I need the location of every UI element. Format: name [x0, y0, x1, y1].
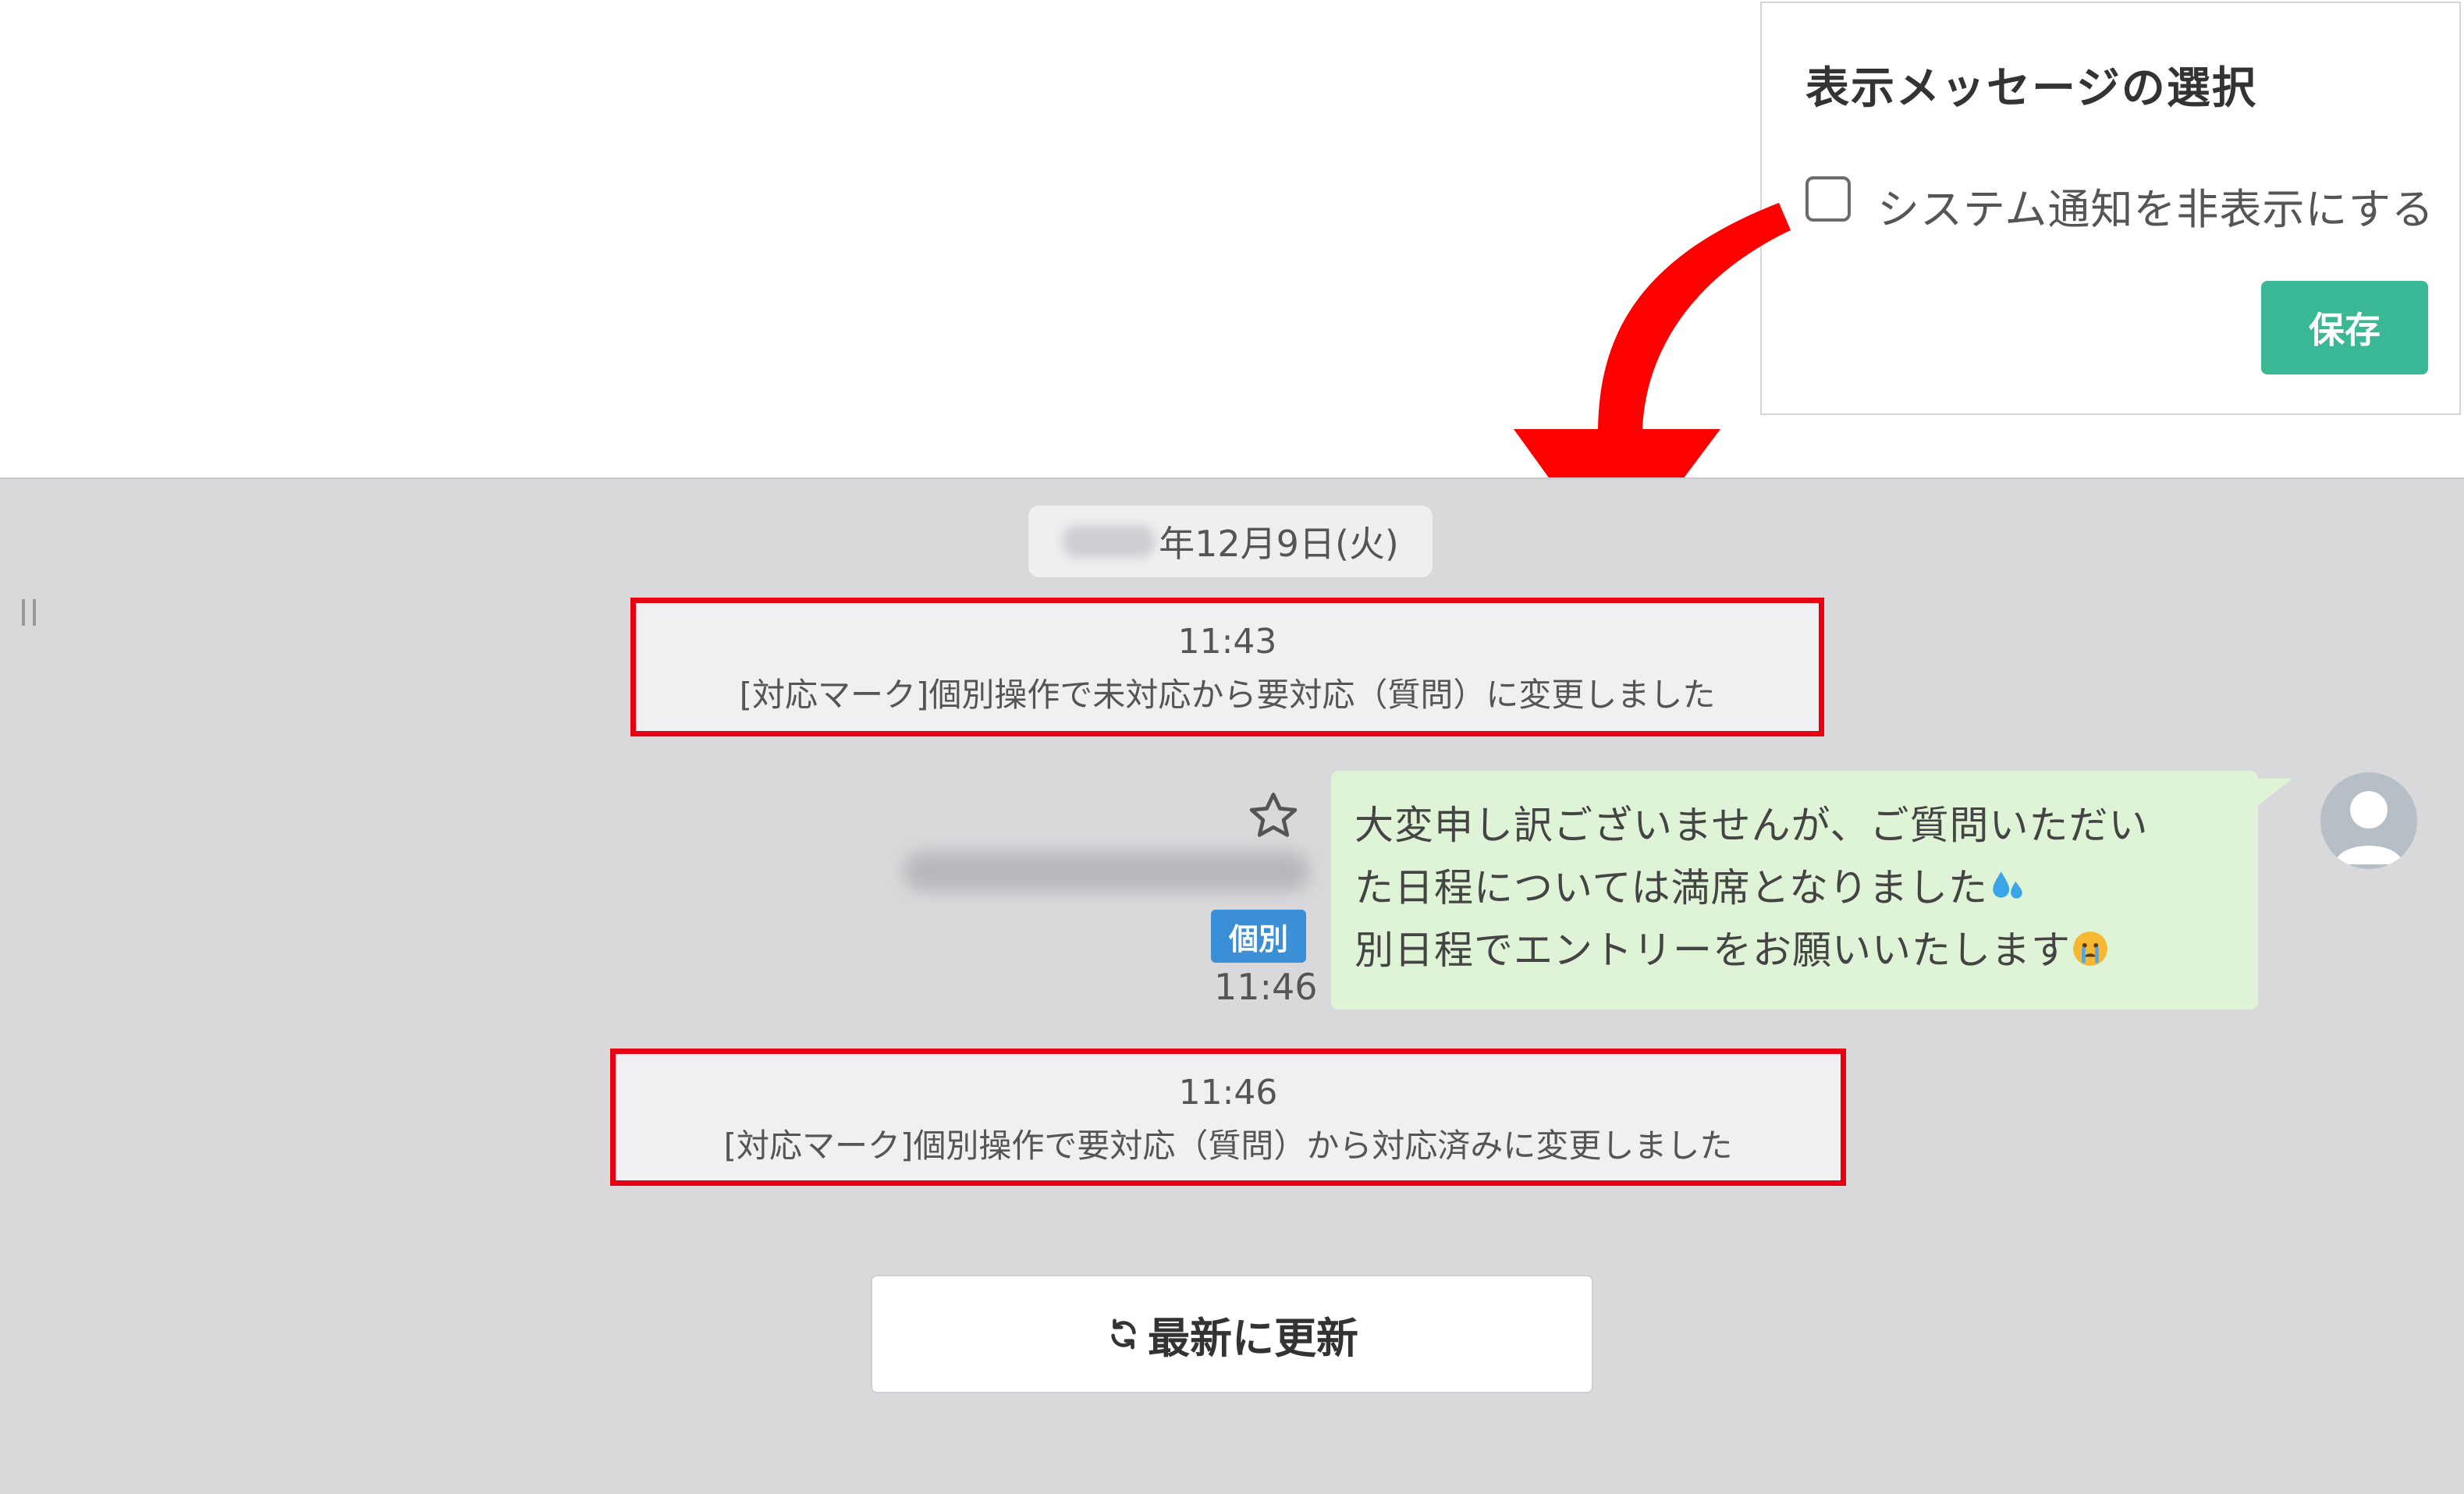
message-line: 別日程でエントリーをお願いいたします — [1354, 919, 2235, 981]
star-icon[interactable] — [1245, 788, 1301, 844]
sweat-droplets-emoji-icon — [1993, 871, 2022, 899]
system-message-text: [対応マーク]個別操作で未対応から要対応（質問）に変更しました — [739, 676, 1716, 714]
system-message-time: 11:46 — [1178, 1073, 1278, 1113]
save-button[interactable]: 保存 — [2261, 281, 2428, 374]
crying-face-emoji-icon — [2073, 932, 2107, 966]
system-message-text: [対応マーク]個別操作で要対応（質問）から対応済みに変更しました — [723, 1127, 1733, 1165]
date-label: 年12月9日(火) — [1159, 523, 1399, 565]
user-avatar-icon — [2334, 791, 2403, 864]
display-message-settings-panel: 表示メッセージの選択 システム通知を非表示にする 保存 — [1760, 2, 2461, 415]
refresh-label: 最新に更新 — [1148, 1313, 1358, 1363]
system-message-highlighted: 11:43 [対応マーク]個別操作で未対応から要対応（質問）に変更しました — [630, 598, 1824, 736]
blurred-year — [1062, 525, 1156, 558]
bubble-tail — [2256, 779, 2292, 807]
hide-system-notifications-label[interactable]: システム通知を非表示にする — [1877, 175, 2434, 236]
hide-system-notifications-checkbox[interactable] — [1805, 176, 1851, 222]
system-message-time: 11:43 — [1177, 622, 1277, 662]
pane-handle-icon[interactable] — [22, 599, 36, 626]
blurred-sender-name — [904, 852, 1309, 891]
avatar[interactable] — [2320, 772, 2417, 869]
individual-badge: 個別 — [1211, 910, 1306, 963]
message-line: た日程については満席となりました — [1354, 857, 2235, 919]
message-line: 大変申し訳ございませんが、ご質問いただい — [1354, 803, 2149, 848]
settings-title: 表示メッセージの選択 — [1805, 63, 2257, 114]
date-separator: 年12月9日(火) — [1028, 506, 1433, 577]
system-message-highlighted: 11:46 [対応マーク]個別操作で要対応（質問）から対応済みに変更しました — [610, 1049, 1846, 1186]
chat-timeline: 年12月9日(火) 11:43 [対応マーク]個別操作で未対応から要対応（質問）… — [0, 477, 2464, 1494]
refresh-button[interactable]: 最新に更新 — [871, 1275, 1593, 1393]
message-bubble: 大変申し訳ございませんが、ご質問いただい た日程については満席となりました 別日… — [1331, 771, 2258, 1010]
message-time: 11:46 — [1214, 966, 1318, 1008]
refresh-icon — [1111, 1318, 1136, 1350]
